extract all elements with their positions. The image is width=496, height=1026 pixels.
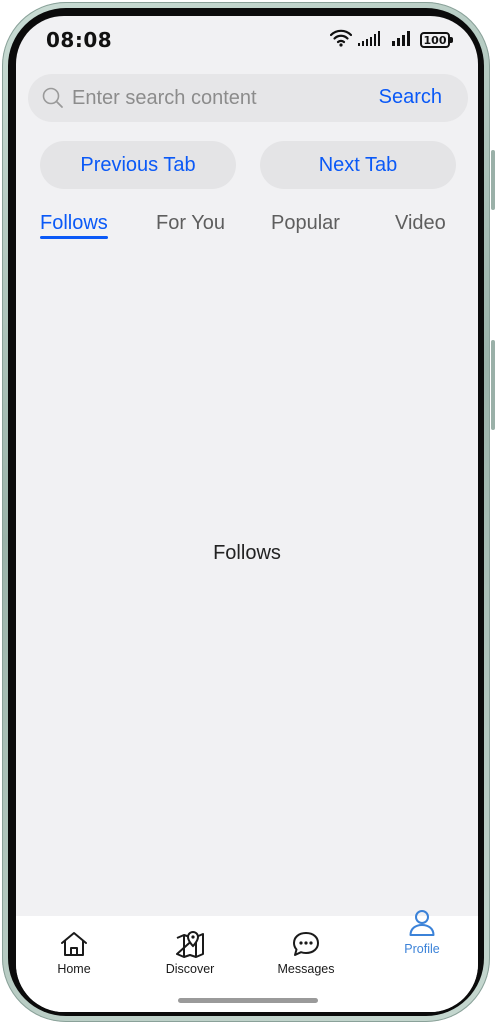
volume-button — [491, 150, 495, 210]
power-button — [491, 340, 495, 430]
tab-bar: Follows For You Popular Video — [16, 212, 478, 248]
home-icon — [34, 930, 114, 958]
active-tab-indicator — [40, 236, 108, 239]
nav-label-messages: Messages — [277, 962, 335, 976]
screen: 08:08 100 Enter search content Search Pr… — [16, 16, 478, 1012]
next-tab-button[interactable]: Next Tab — [260, 141, 456, 189]
wifi-icon — [329, 29, 353, 52]
nav-item-home[interactable]: Home — [34, 930, 114, 976]
chat-bubble-icon — [266, 930, 346, 958]
person-icon — [382, 908, 462, 938]
home-indicator[interactable] — [178, 998, 318, 1003]
nav-label-profile: Profile — [404, 942, 440, 956]
nav-label-discover: Discover — [165, 962, 215, 976]
nav-item-messages[interactable]: Messages — [266, 930, 346, 976]
status-bar: 08:08 100 — [16, 16, 478, 64]
signal-icon — [358, 30, 386, 51]
tab-follows[interactable]: Follows — [40, 212, 108, 235]
battery-icon: 100 — [420, 32, 453, 48]
nav-label-home: Home — [57, 962, 91, 976]
search-icon — [42, 87, 64, 114]
tab-for-you[interactable]: For You — [156, 212, 225, 235]
nav-item-profile[interactable]: Profile — [382, 908, 462, 956]
status-icons: 100 — [329, 29, 453, 52]
tab-content-label: Follows — [213, 542, 281, 564]
tab-video[interactable]: Video — [395, 212, 446, 235]
previous-tab-button[interactable]: Previous Tab — [40, 141, 236, 189]
map-pin-icon — [150, 930, 230, 958]
tab-popular[interactable]: Popular — [271, 212, 340, 235]
search-input[interactable] — [72, 82, 352, 114]
search-bar: Search — [28, 74, 468, 122]
status-time: 08:08 — [46, 28, 113, 52]
signal-icon — [392, 30, 414, 51]
nav-item-discover[interactable]: Discover — [150, 930, 230, 976]
search-button[interactable]: Search — [379, 86, 442, 109]
